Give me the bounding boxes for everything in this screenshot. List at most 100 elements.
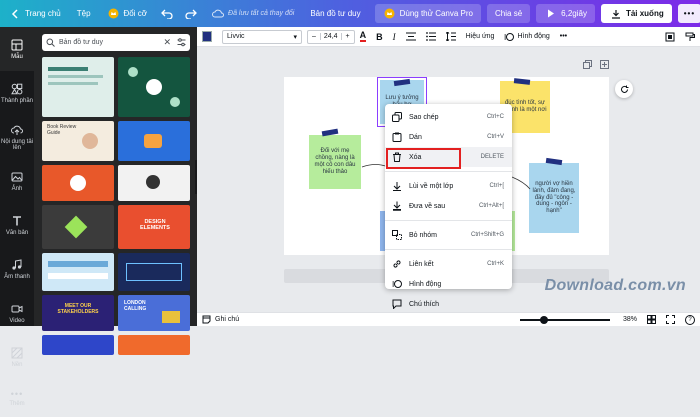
rail-item-elements[interactable]: Thành phần (0, 71, 34, 115)
template-thumb[interactable] (118, 335, 190, 355)
file-menu-button[interactable]: Tệp (69, 0, 99, 27)
add-page-icon[interactable] (600, 60, 609, 69)
template-thumb[interactable]: Book Review Guide (42, 121, 114, 161)
template-thumb[interactable] (118, 57, 190, 117)
more-toolbar-button[interactable]: ••• (555, 27, 572, 47)
paint-roller-icon (685, 32, 695, 41)
spacing-button[interactable] (441, 27, 461, 47)
align-button[interactable] (401, 27, 421, 47)
rail-item-video[interactable]: Video (0, 291, 34, 335)
search-value: Bản đồ tư duy (59, 39, 103, 46)
menu-item-copy[interactable]: Sao chép Ctrl+C (385, 107, 512, 127)
menu-item-label: Lùi về một lớp (409, 182, 454, 190)
menu-item-paste[interactable]: Dán Ctrl+V (385, 127, 512, 147)
rail-item-templates[interactable]: Mẫu (0, 27, 34, 71)
save-status-text: Đã lưu tất cả thay đổi (228, 10, 295, 17)
help-button[interactable]: ? (680, 313, 700, 327)
menu-item-animate[interactable]: Hình động (385, 274, 512, 294)
menu-item-ungroup[interactable]: Bỏ nhóm Ctrl+Shift+G (385, 225, 512, 245)
font-size-value: 24,4 (319, 33, 342, 40)
template-thumb[interactable] (118, 165, 190, 201)
list-button[interactable] (421, 27, 441, 47)
grid-view-icon (647, 315, 656, 324)
rail-item-more[interactable]: ••• Thêm (0, 379, 34, 417)
zoom-level[interactable]: 38% (618, 313, 642, 327)
refresh-button[interactable] (615, 80, 633, 98)
thumb-title: MEET OUR STAKEHOLDERS (57, 303, 99, 315)
home-label: Trang chủ (25, 9, 61, 18)
share-button[interactable]: Chia sẻ (487, 4, 531, 23)
template-thumb[interactable] (118, 253, 190, 291)
rail-item-text[interactable]: Văn bản (0, 203, 34, 247)
template-thumb[interactable] (42, 335, 114, 355)
menu-item-label: Liên kết (409, 260, 434, 268)
template-thumb[interactable] (118, 121, 190, 161)
template-thumb[interactable]: DESIGN ELEMENTS (118, 205, 190, 249)
upload-icon (11, 125, 23, 135)
rail-item-photos[interactable]: Ảnh (0, 159, 34, 203)
rail-item-uploads[interactable]: Nội dung tải lên (0, 115, 34, 159)
download-label: Tải xuống (625, 9, 664, 18)
cloud-check-icon (211, 7, 225, 21)
position-button[interactable] (660, 27, 680, 47)
page-tools (583, 60, 609, 69)
minus-icon[interactable]: – (308, 33, 320, 40)
text-color-button[interactable]: A (355, 27, 372, 47)
rail-label: Nền (11, 361, 23, 368)
download-button[interactable]: Tải xuống (600, 4, 672, 23)
filter-icon[interactable] (177, 38, 186, 47)
try-pro-button[interactable]: Dùng thử Canva Pro (374, 4, 482, 23)
rotate-icon (620, 85, 628, 93)
rail-item-background[interactable]: Nền (0, 335, 34, 379)
resize-button[interactable]: Đổi cỡ (99, 0, 155, 27)
shortcut: Ctrl+Alt+[ (478, 203, 504, 209)
menu-divider (385, 249, 512, 250)
notes-button[interactable]: Ghi chú (197, 313, 244, 327)
backward-icon (391, 180, 403, 192)
color-swatch-button[interactable] (197, 27, 217, 47)
zoom-slider[interactable] (519, 313, 610, 327)
animate-button[interactable]: Hình động (499, 27, 554, 47)
menu-item-send-backward[interactable]: Lùi về một lớp Ctrl+[ (385, 176, 512, 196)
font-select[interactable]: Livvic ▾ (217, 27, 307, 47)
notes-label: Ghi chú (215, 316, 240, 323)
rail-label: Video (9, 317, 25, 324)
text-icon (13, 215, 21, 225)
plus-icon[interactable]: + (342, 33, 354, 40)
template-thumb[interactable] (42, 205, 114, 249)
more-icon: ••• (10, 389, 24, 399)
thumb-title: LONDON CALLING (124, 300, 147, 312)
undo-button[interactable] (155, 0, 179, 27)
rail-label: Thành phần (0, 97, 34, 104)
rail-label: Thêm (9, 401, 25, 407)
italic-button[interactable]: I (388, 27, 401, 47)
zoom-slider-handle[interactable] (539, 315, 548, 324)
present-timer-button[interactable]: 6,2giây (536, 4, 595, 23)
menu-item-label: Hình động (409, 280, 442, 288)
ellipsis-icon: ••• (683, 9, 696, 18)
menu-item-comment[interactable]: Chú thích (385, 294, 512, 314)
template-search-input[interactable]: Bản đồ tư duy ✕ (42, 34, 190, 51)
text-toolbar: Livvic ▾ – 24,4 + A B I Hiệu ứng Hình độn… (197, 27, 700, 47)
template-thumb[interactable] (42, 57, 114, 117)
copy-style-button[interactable] (680, 27, 700, 47)
clear-icon[interactable]: ✕ (163, 37, 171, 48)
document-title[interactable]: Bản đồ tư duy (302, 0, 368, 27)
bold-button[interactable]: B (371, 27, 388, 47)
more-options-button[interactable]: ••• (677, 4, 700, 23)
menu-item-send-to-back[interactable]: Đưa về sau Ctrl+Alt+[ (385, 196, 512, 216)
grid-view-button[interactable] (642, 313, 661, 327)
menu-item-link[interactable]: Liên kết Ctrl+K (385, 254, 512, 274)
duplicate-page-icon[interactable] (583, 60, 592, 69)
list-icon (425, 32, 436, 41)
fullscreen-button[interactable] (661, 313, 680, 327)
font-size-stepper[interactable]: – 24,4 + (307, 29, 355, 44)
template-thumb[interactable] (42, 253, 114, 291)
template-panel: Bản đồ tư duy ✕ Book Review Guide DESIGN… (34, 27, 197, 355)
rail-item-audio[interactable]: Âm thanh (0, 247, 34, 291)
template-thumb[interactable] (42, 165, 114, 201)
effects-label: Hiệu ứng (465, 33, 495, 40)
redo-button[interactable] (179, 0, 203, 27)
effects-button[interactable]: Hiệu ứng (461, 27, 500, 47)
home-button[interactable]: Trang chủ (0, 0, 69, 27)
